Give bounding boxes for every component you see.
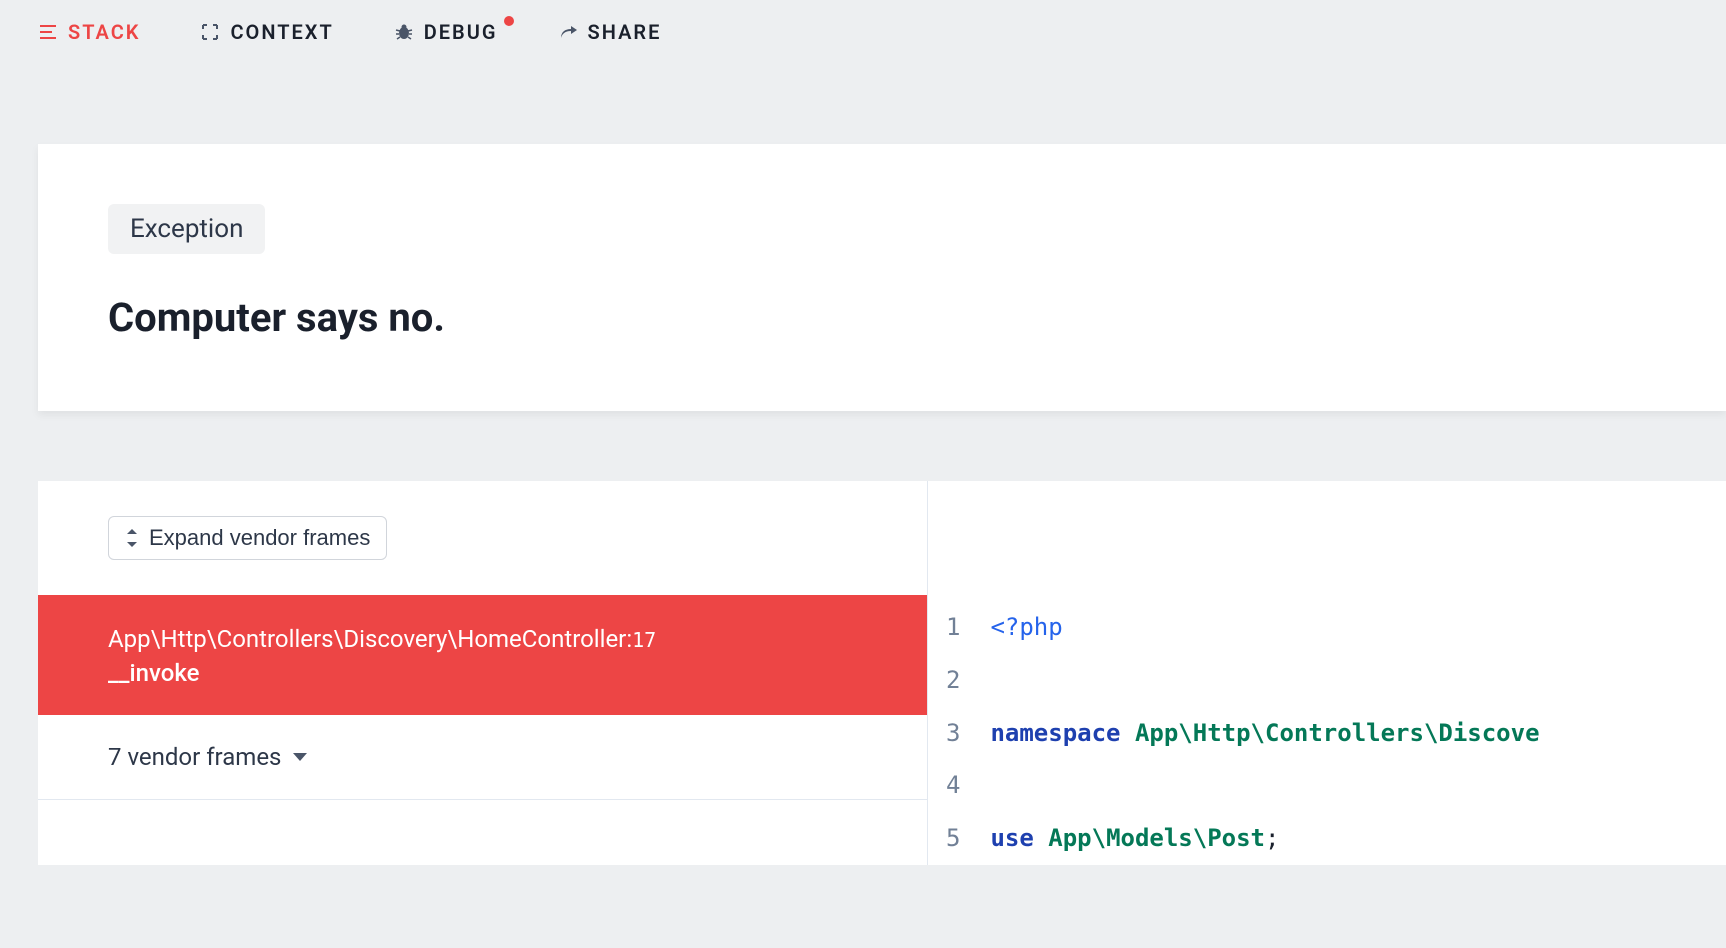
code-panel: 12345 <?php namespace App\Http\Controlle… — [928, 481, 1726, 865]
stack-icon — [38, 22, 58, 42]
nav-share-label: SHARE — [588, 20, 662, 44]
vendor-frames-toggle[interactable]: 7 vendor frames — [38, 715, 927, 800]
exception-card: Exception Computer says no. — [38, 144, 1726, 411]
nav-stack-label: STACK — [68, 20, 140, 44]
stack-split: Expand vendor frames App\Http\Controller… — [38, 481, 1726, 865]
context-icon — [200, 22, 220, 42]
share-icon — [558, 22, 578, 42]
code-line — [990, 759, 1539, 812]
top-nav: STACK CONTEXT DEBU — [0, 0, 1726, 64]
line-number: 3 — [946, 707, 960, 760]
code-gutter: 12345 — [928, 601, 990, 865]
vendor-frames-label: 7 vendor frames — [108, 743, 281, 771]
nav-context[interactable]: CONTEXT — [200, 20, 333, 44]
nav-share[interactable]: SHARE — [558, 20, 662, 44]
line-number: 2 — [946, 654, 960, 707]
exception-badge: Exception — [108, 204, 265, 254]
expand-icon — [125, 529, 139, 547]
bug-icon — [394, 22, 414, 42]
line-number: 1 — [946, 601, 960, 654]
chevron-down-icon — [293, 753, 307, 761]
code-lines: <?php namespace App\Http\Controllers\Dis… — [990, 601, 1539, 865]
expand-vendor-button[interactable]: Expand vendor frames — [108, 516, 387, 560]
code-line — [990, 654, 1539, 707]
active-frame[interactable]: App\Http\Controllers\Discovery\HomeContr… — [38, 595, 927, 715]
expand-vendor-label: Expand vendor frames — [149, 525, 370, 551]
nav-debug[interactable]: DEBUG — [394, 20, 498, 44]
frame-path: App\Http\Controllers\Discovery\HomeContr… — [108, 623, 857, 657]
debug-badge-dot — [504, 16, 514, 26]
line-number: 4 — [946, 759, 960, 812]
frames-panel: Expand vendor frames App\Http\Controller… — [38, 481, 928, 865]
code-line: use App\Models\Post; — [990, 812, 1539, 865]
code-line: namespace App\Http\Controllers\Discove — [990, 707, 1539, 760]
frame-method: __invoke — [108, 659, 857, 687]
nav-debug-label: DEBUG — [424, 20, 498, 44]
nav-stack[interactable]: STACK — [38, 20, 140, 44]
code-line: <?php — [990, 601, 1539, 654]
exception-message: Computer says no. — [108, 294, 1656, 341]
line-number: 5 — [946, 812, 960, 865]
nav-context-label: CONTEXT — [230, 20, 333, 44]
